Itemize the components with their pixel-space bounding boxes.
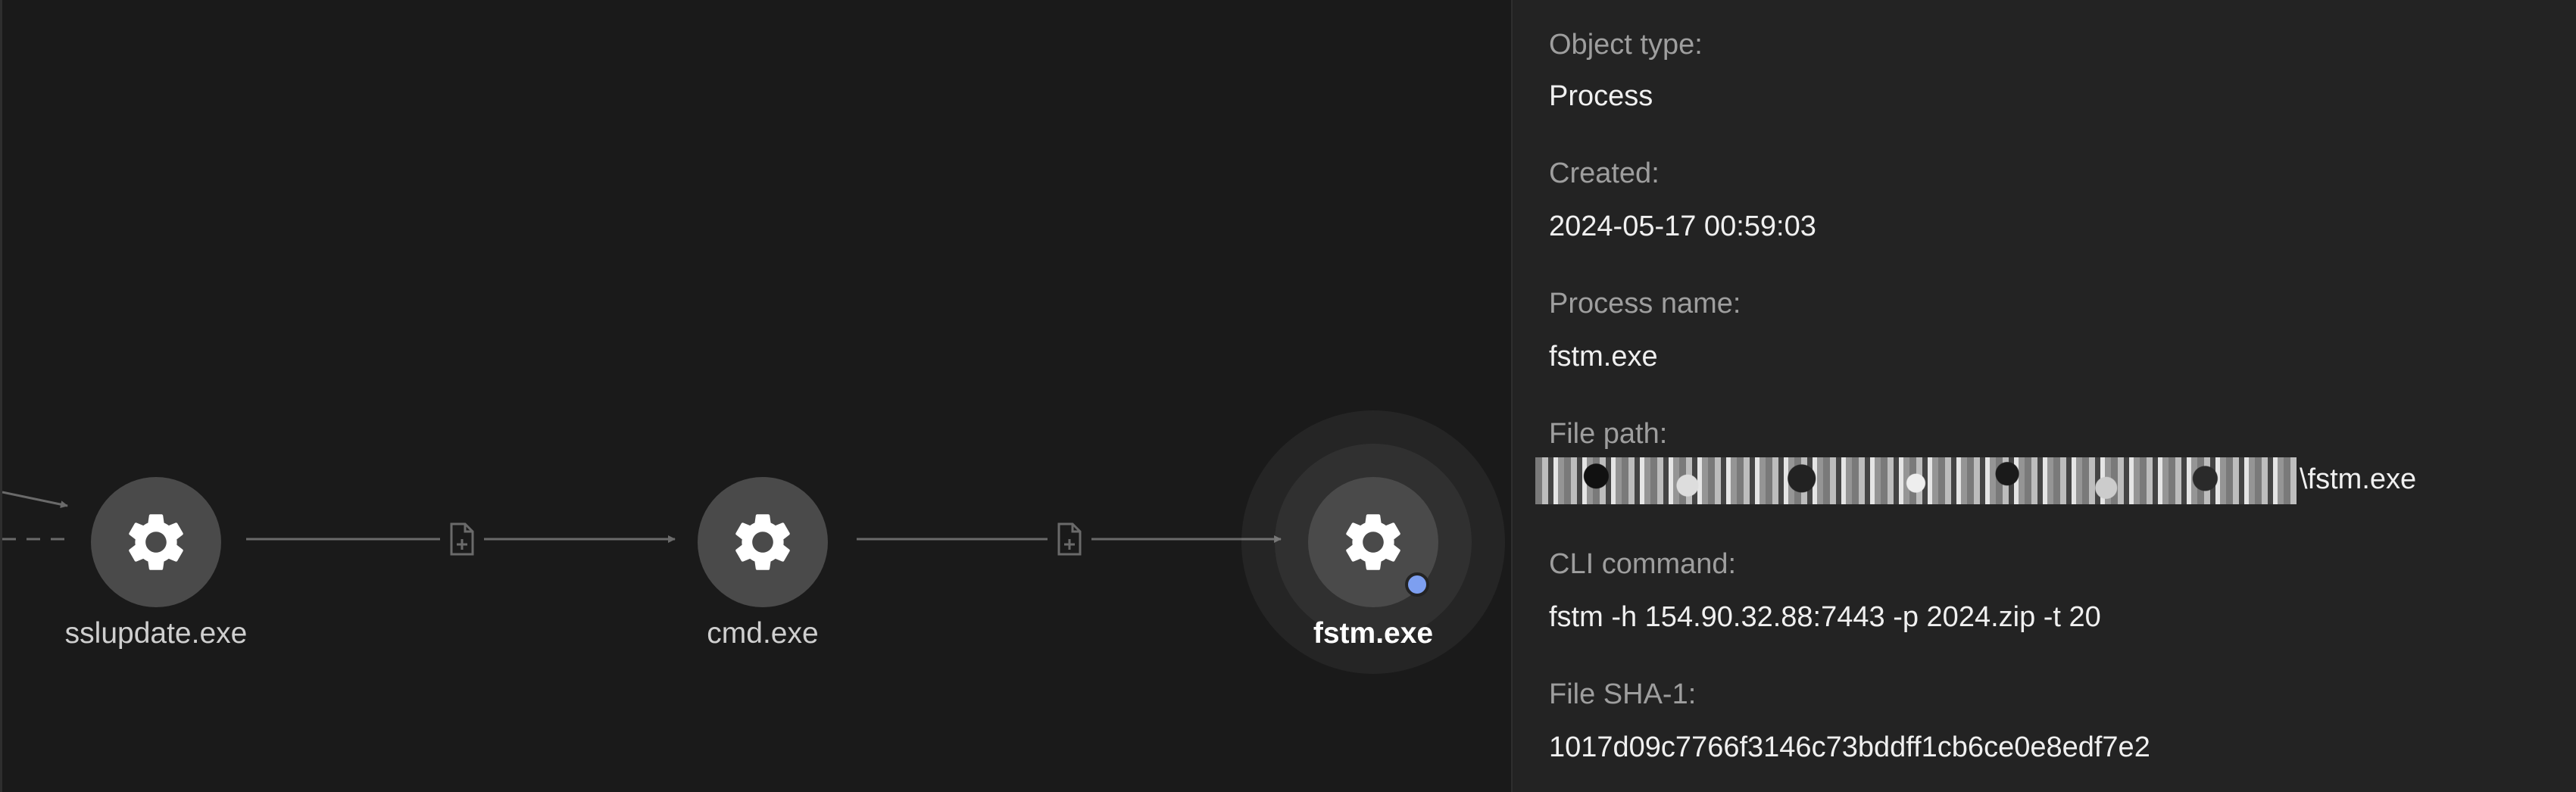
node-cmd[interactable]: [698, 477, 828, 607]
gear-icon: [1346, 514, 1400, 570]
file-path-value: \fstm.exe: [1535, 457, 2417, 504]
node-label-cmd: cmd.exe: [707, 617, 819, 650]
gear-icon: [129, 514, 183, 570]
gear-icon: [735, 514, 790, 570]
process-graph-canvas[interactable]: sslupdate.exe cmd.exe fstm.exe: [0, 0, 1511, 792]
process-name-value: fstm.exe: [1549, 341, 1658, 373]
cli-command-value: fstm -h 154.90.32.88:7443 -p 2024.zip -t…: [1549, 601, 2101, 633]
cli-command-label: CLI command:: [1549, 548, 1737, 580]
node-label-sslupdate: sslupdate.exe: [64, 617, 248, 650]
node-label-fstm: fstm.exe: [1313, 617, 1434, 650]
object-type-value: Process: [1549, 80, 1653, 112]
file-path-suffix: \fstm.exe: [2300, 463, 2417, 496]
node-sslupdate[interactable]: [91, 477, 221, 607]
status-indicator-dot: [1405, 572, 1429, 597]
incoming-edge: [2, 491, 68, 509]
file-sha1-value: 1017d09c7766f3146c73bddff1cb6ce0e8edf7e2: [1549, 731, 2150, 763]
created-value: 2024-05-17 00:59:03: [1549, 210, 1816, 242]
redacted-path-block: [1535, 457, 2297, 504]
graph-edges: [2, 491, 1282, 543]
file-path-label: File path:: [1549, 418, 1668, 450]
created-label: Created:: [1549, 157, 1660, 189]
details-panel: Object type: Process Created: 2024-05-17…: [1511, 0, 2576, 792]
object-type-label: Object type:: [1549, 29, 1703, 61]
file-sha1-label: File SHA-1:: [1549, 678, 1697, 710]
document-icon[interactable]: [448, 522, 476, 556]
document-icon[interactable]: [1056, 522, 1083, 556]
process-name-label: Process name:: [1549, 288, 1741, 320]
